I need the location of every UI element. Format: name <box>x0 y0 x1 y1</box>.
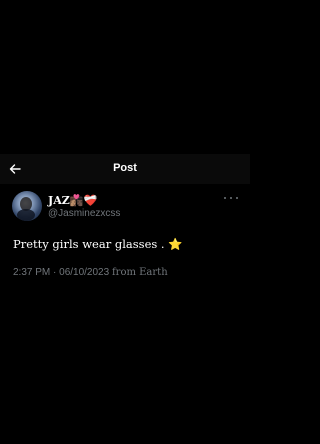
page-title: Post <box>113 162 137 174</box>
post-text: Pretty girls wear glasses . ⭐ <box>13 237 183 251</box>
post-timestamp: 2:37 PM · 06/10/2023 <box>13 267 110 278</box>
author-handle[interactable]: @Jasminezxcss <box>48 208 120 219</box>
post-meta: 2:37 PM · 06/10/2023 from Earth <box>13 267 168 278</box>
avatar-image <box>17 197 35 221</box>
more-horizontal-icon <box>224 197 226 199</box>
post-location: from Earth <box>111 267 168 278</box>
post-author: JAZ👩🏽‍❤️‍💋‍👨🏿❤️‍🩹 @Jasminezxcss <box>12 191 238 225</box>
top-bar: Post <box>0 154 250 184</box>
author-name[interactable]: JAZ👩🏽‍❤️‍💋‍👨🏿❤️‍🩹 <box>48 194 97 207</box>
avatar[interactable] <box>12 191 42 221</box>
more-button[interactable] <box>224 194 238 202</box>
